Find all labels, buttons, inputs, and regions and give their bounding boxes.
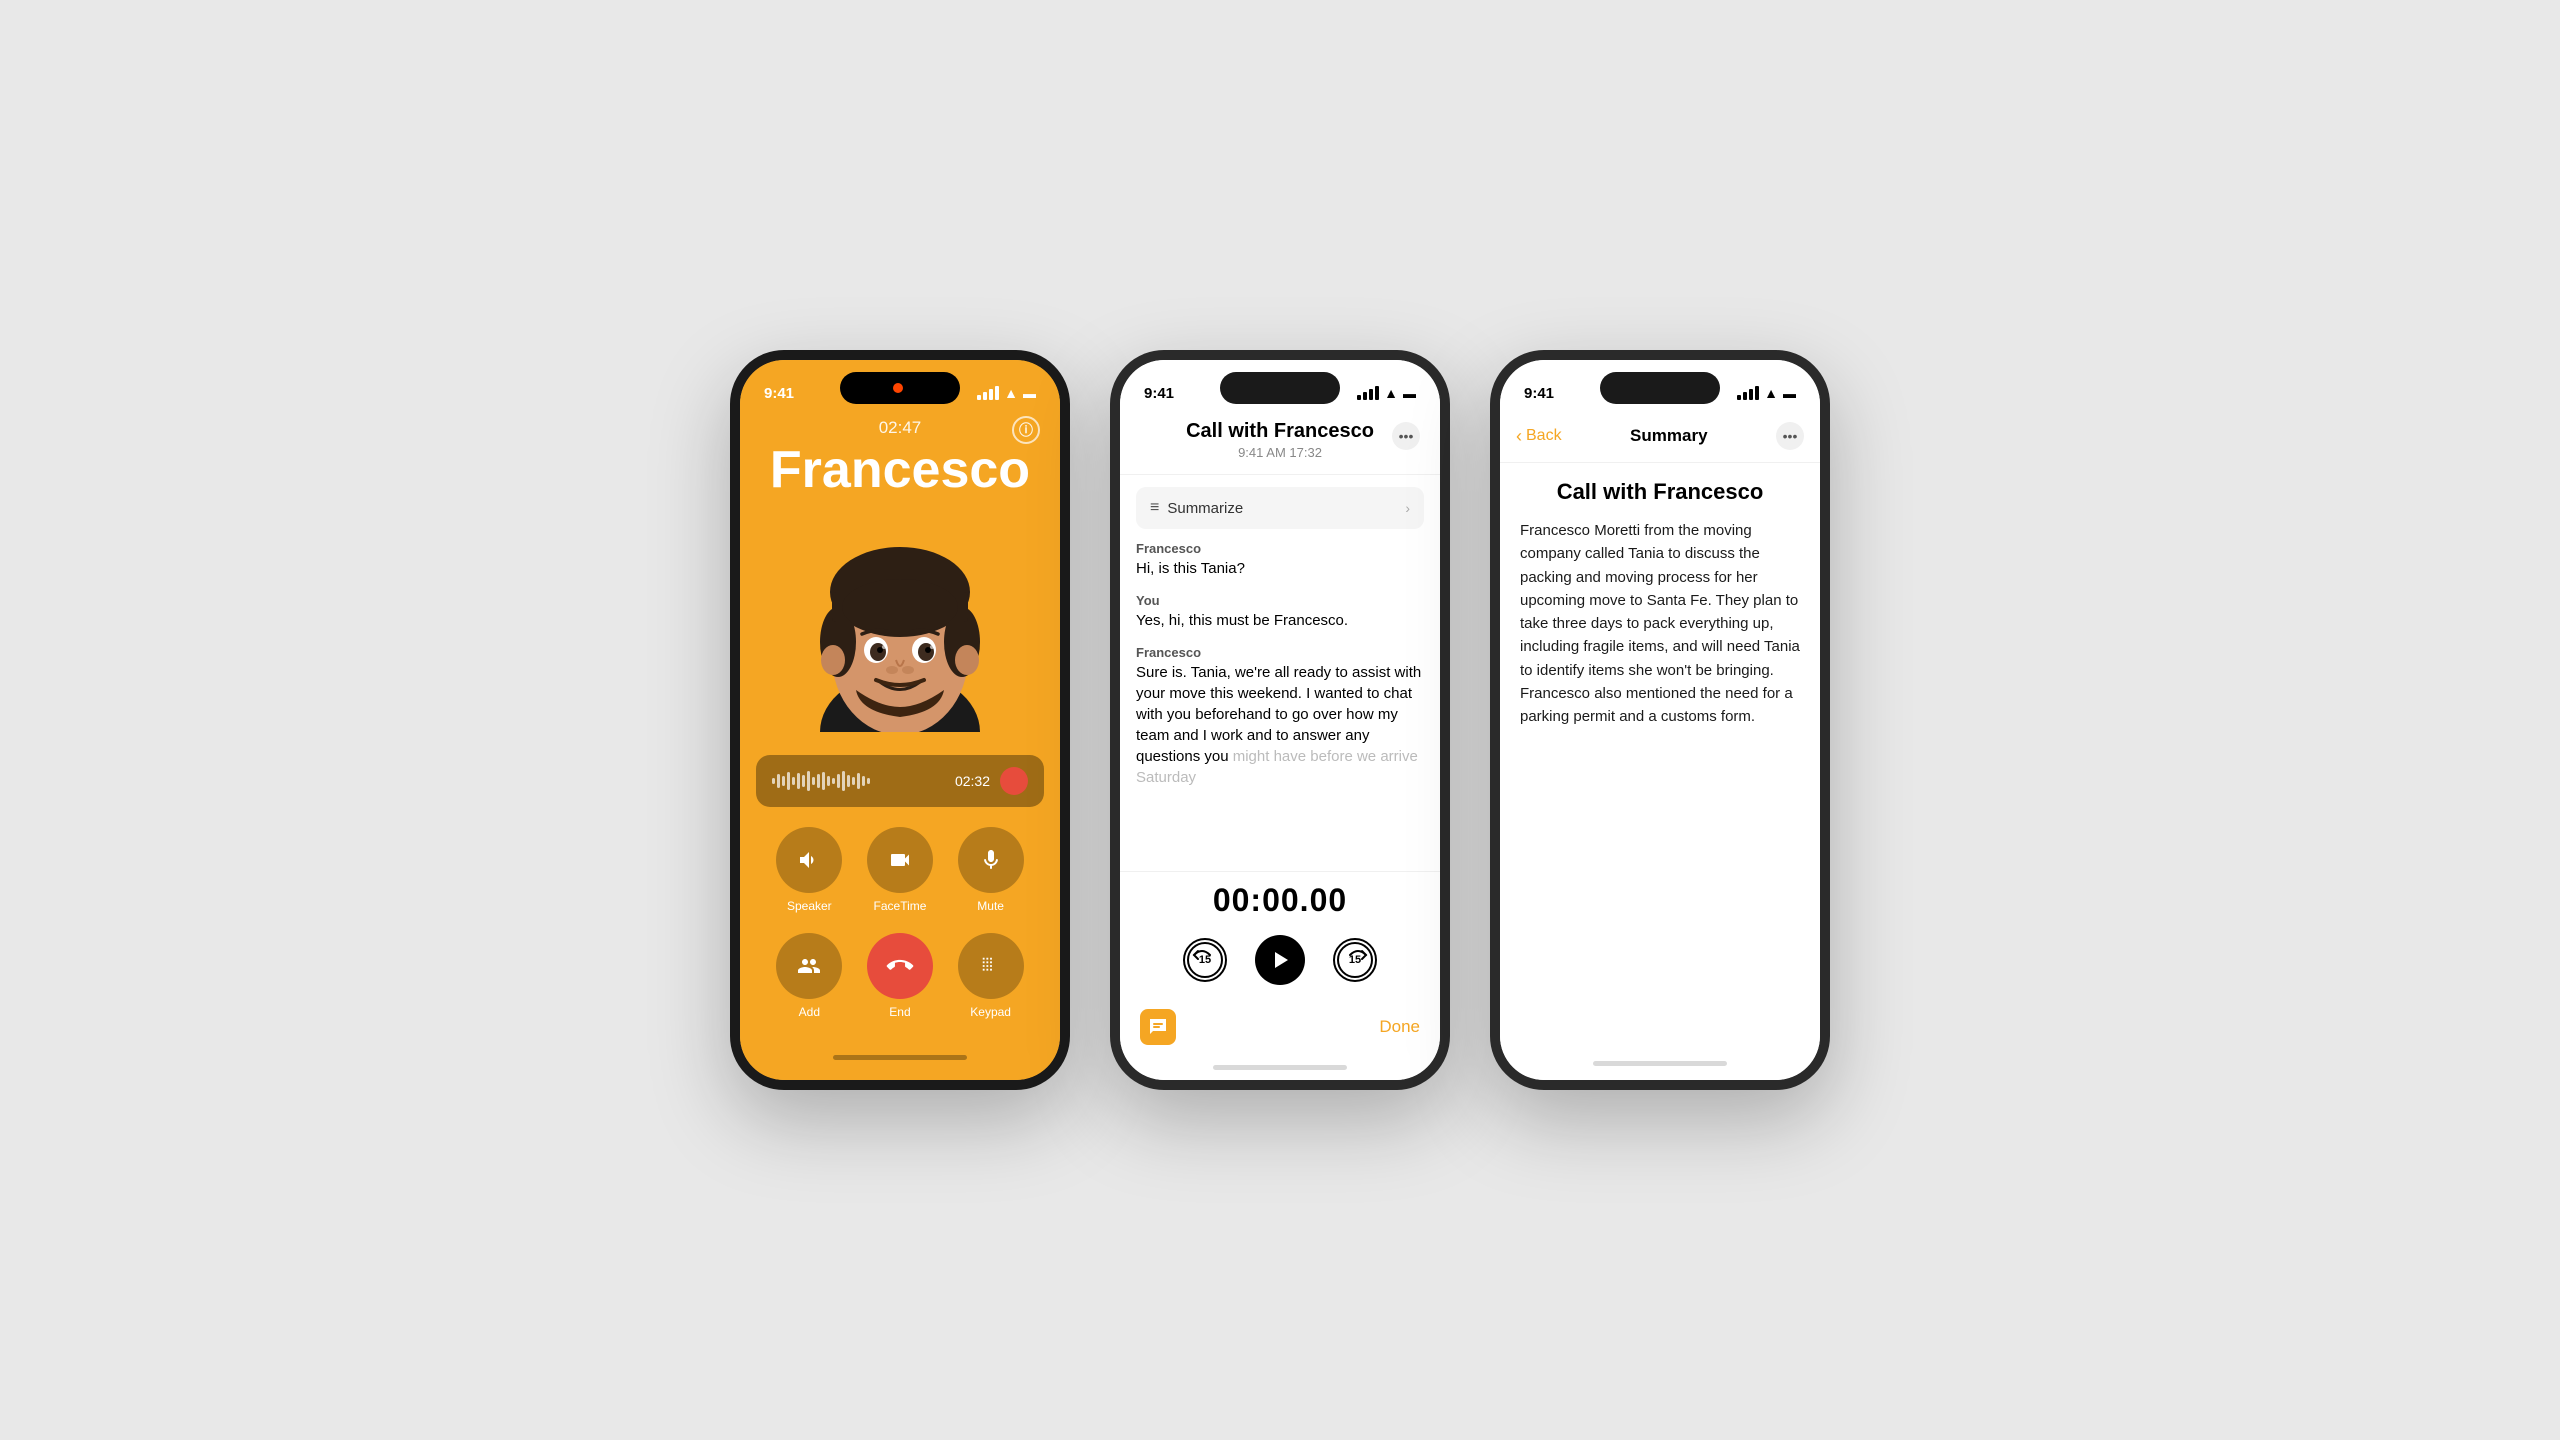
battery-icon-1: ▬ [1023,386,1036,401]
end-call-button[interactable]: End [867,933,933,1019]
scene: 9:41 ▲ ▬ ⓘ 02:47 Francesco [690,310,1870,1130]
phone-active-call: 9:41 ▲ ▬ ⓘ 02:47 Francesco [730,350,1070,1090]
speaker-2: You [1136,593,1424,608]
call-controls: Speaker FaceTime Mute [740,807,1060,1039]
status-icons-2: ▲ ▬ [1357,385,1416,401]
facetime-button[interactable]: FaceTime [867,827,933,913]
keypad-button[interactable]: Keypad [958,933,1024,1019]
add-button[interactable]: Add [776,933,842,1019]
add-label: Add [799,1005,820,1019]
dynamic-island [840,372,960,404]
mute-button[interactable]: Mute [958,827,1024,913]
chat-icon-button[interactable] [1140,1009,1176,1045]
transcript-footer: Done [1120,999,1440,1061]
wifi-icon-2: ▲ [1384,385,1398,401]
summarize-label: Summarize [1167,500,1243,517]
summary-nav: ‹ Back Summary ••• [1500,412,1820,463]
home-indicator-2 [1213,1065,1347,1070]
wifi-icon-1: ▲ [1004,385,1018,401]
recording-timer: 02:32 [955,773,990,789]
speaker-button[interactable]: Speaker [776,827,842,913]
svg-text:15: 15 [1349,954,1361,966]
dynamic-island-2 [1220,372,1340,404]
mute-label: Mute [977,899,1004,913]
transcript-title: Call with Francesco [1140,420,1420,443]
phone-summary: 9:41 ▲ ▬ ‹ Back Summ [1490,350,1830,1090]
message-group-2: You Yes, hi, this must be Francesco. [1136,593,1424,631]
status-time-3: 9:41 [1524,385,1554,402]
home-indicator-1 [833,1055,967,1060]
battery-icon-2: ▬ [1403,386,1416,401]
summarize-row[interactable]: ≡ Summarize › [1136,487,1424,529]
end-label: End [889,1005,910,1019]
speaker-1: Francesco [1136,541,1424,556]
summary-content: Call with Francesco Francesco Moretti fr… [1500,463,1820,1061]
signal-icon-3 [1737,386,1759,400]
speaker-label: Speaker [787,899,832,913]
recording-bar: 02:32 [756,755,1044,807]
playback-area: 00:00.00 15 [1120,871,1440,999]
summary-call-title: Call with Francesco [1520,479,1800,505]
transcript-header: Call with Francesco 9:41 AM 17:32 ••• [1120,412,1440,475]
chevron-right-icon: › [1405,500,1410,516]
message-group-1: Francesco Hi, is this Tania? [1136,541,1424,579]
signal-icon-1 [977,386,999,400]
waveform [772,769,945,793]
summary-more-button[interactable]: ••• [1776,422,1804,450]
stop-recording-button[interactable] [1000,767,1028,795]
speaker-3: Francesco [1136,645,1424,660]
status-time-2: 9:41 [1144,385,1174,402]
summarize-icon: ≡ [1150,499,1159,517]
transcript-content: Francesco Hi, is this Tania? You Yes, hi… [1120,541,1440,871]
summary-nav-title: Summary [1630,426,1707,446]
message-text-2: Yes, hi, this must be Francesco. [1136,610,1424,631]
message-text-1: Hi, is this Tania? [1136,558,1424,579]
status-time-1: 9:41 [764,385,794,402]
message-text-3: Sure is. Tania, we're all ready to assis… [1136,662,1424,788]
status-icons-3: ▲ ▬ [1737,385,1796,401]
facetime-label: FaceTime [874,899,927,913]
status-icons-1: ▲ ▬ [977,385,1036,401]
controls-row-2: Add End Keypad [764,933,1036,1019]
skip-back-button[interactable]: 15 [1183,938,1227,982]
back-button[interactable]: ‹ Back [1516,426,1562,447]
play-button[interactable] [1255,935,1305,985]
dynamic-island-3 [1600,372,1720,404]
memoji-avatar [800,502,1000,732]
signal-icon-2 [1357,386,1379,400]
back-chevron-icon: ‹ [1516,426,1522,447]
avatar-area [740,479,1060,755]
transcript-screen: 9:41 ▲ ▬ Call with Francesco 9:41 AM 17:… [1120,360,1440,1080]
playback-time: 00:00.00 [1213,882,1347,919]
home-indicator-3 [1593,1061,1727,1066]
call-screen: 9:41 ▲ ▬ ⓘ 02:47 Francesco [740,360,1060,1080]
controls-row-1: Speaker FaceTime Mute [764,827,1036,913]
back-label: Back [1526,427,1562,445]
battery-icon-3: ▬ [1783,386,1796,401]
transcript-subtitle: 9:41 AM 17:32 [1140,445,1420,460]
message-group-3: Francesco Sure is. Tania, we're all read… [1136,645,1424,788]
done-button[interactable]: Done [1379,1017,1420,1037]
svg-text:15: 15 [1199,954,1211,966]
summary-screen: 9:41 ▲ ▬ ‹ Back Summ [1500,360,1820,1080]
phone-transcript: 9:41 ▲ ▬ Call with Francesco 9:41 AM 17:… [1110,350,1450,1090]
info-button[interactable]: ⓘ [1012,416,1040,444]
playback-controls: 15 15 [1183,935,1377,985]
wifi-icon-3: ▲ [1764,385,1778,401]
skip-forward-button[interactable]: 15 [1333,938,1377,982]
recording-dot [893,383,903,393]
keypad-label: Keypad [970,1005,1011,1019]
more-options-button[interactable]: ••• [1392,422,1420,450]
summary-body: Francesco Moretti from the moving compan… [1520,519,1800,728]
